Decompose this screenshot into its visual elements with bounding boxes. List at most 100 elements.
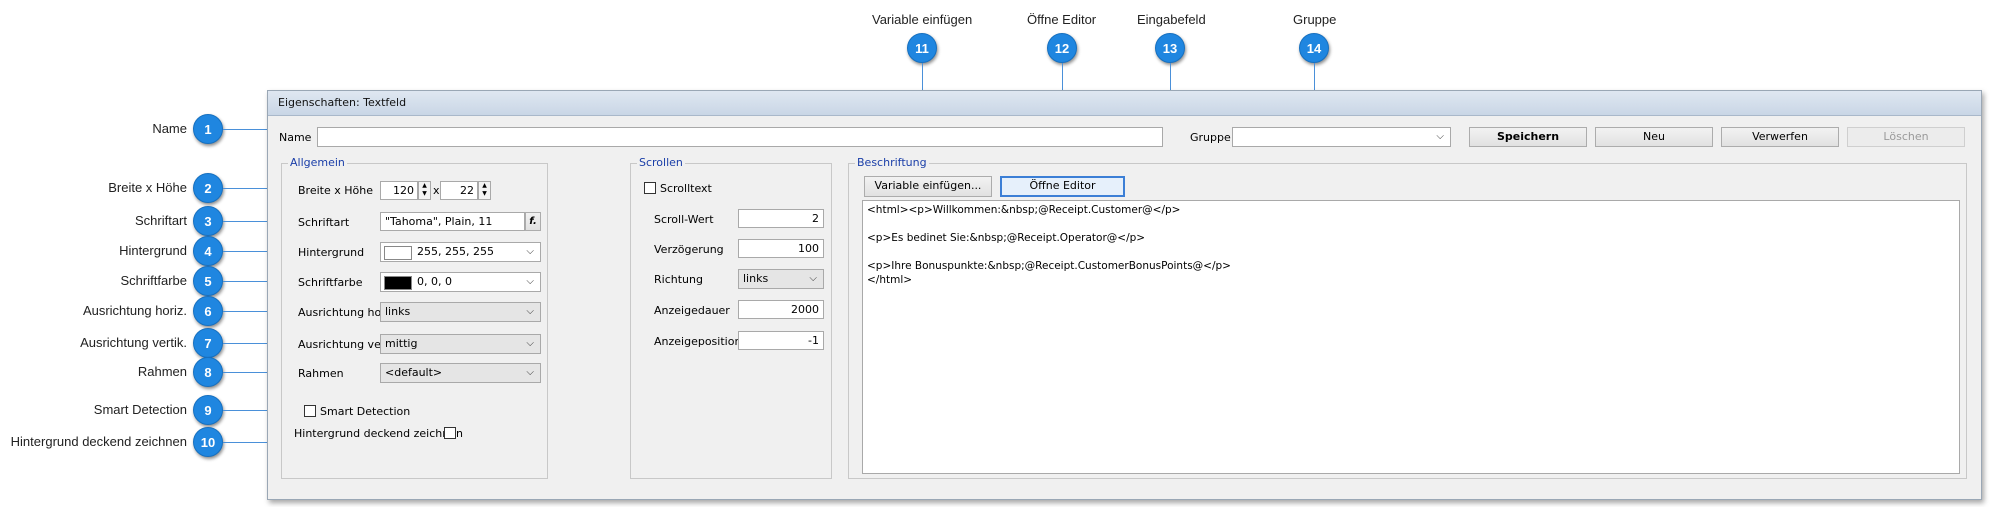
position-input[interactable]: -1	[738, 331, 824, 350]
callout-badge-11: 11	[907, 33, 937, 63]
callout-label-size: Breite x Höhe	[108, 180, 187, 195]
callout-label-smart: Smart Detection	[93, 402, 187, 417]
callout-label-font: Schriftart	[134, 213, 187, 228]
font-color-value: 0, 0, 0	[417, 275, 452, 288]
callout-label-valign: Ausrichtung vertik.	[80, 335, 187, 350]
chevron-down-icon: ⌵	[526, 338, 534, 349]
smart-detection-checkbox[interactable]	[304, 405, 316, 417]
callout-label-background: Hintergrund	[119, 243, 187, 258]
delay-input[interactable]: 100	[738, 239, 824, 258]
delete-button[interactable]: Löschen	[1847, 127, 1965, 147]
callout-label-border: Rahmen	[137, 364, 187, 379]
callout-badge-5: 5	[193, 266, 223, 296]
opaque-checkbox[interactable]	[444, 427, 456, 439]
callout-badge-3: 3	[193, 206, 223, 236]
callout-badge-12: 12	[1047, 33, 1077, 63]
font-picker-icon[interactable]: f.	[525, 212, 541, 231]
scroll-value-label: Scroll-Wert	[654, 213, 714, 226]
save-button[interactable]: Speichern	[1469, 127, 1587, 147]
background-label: Hintergrund	[298, 246, 365, 259]
callout-badge-1: 1	[193, 114, 223, 144]
border-select[interactable]: <default> ⌵	[380, 363, 541, 383]
spin-up-icon: ▲	[482, 182, 487, 189]
callout-badge-14: 14	[1299, 33, 1329, 63]
chevron-down-icon: ⌵	[526, 306, 534, 317]
group-beschriftung-title: Beschriftung	[855, 156, 929, 169]
editor-line: <html><p>Willkommen:&nbsp;@Receipt.Custo…	[867, 204, 1181, 216]
callout-badge-6: 6	[193, 296, 223, 326]
spin-up-icon: ▲	[422, 182, 427, 189]
font-field[interactable]: "Tahoma", Plain, 11	[380, 212, 525, 231]
scrolltext-checkbox[interactable]	[644, 182, 656, 194]
duration-input[interactable]: 2000	[738, 300, 824, 319]
valign-value: mittig	[385, 337, 418, 350]
editor-line: <p>Ihre Bonuspunkte:&nbsp;@Receipt.Custo…	[867, 260, 1231, 272]
callout-label-insert-variable: Variable einfügen	[872, 12, 973, 27]
callout-label-open-editor: Öffne Editor	[1027, 12, 1097, 27]
chevron-down-icon: ⌵	[526, 276, 534, 287]
scroll-value-input[interactable]: 2	[738, 209, 824, 228]
scrolltext-label: Scrolltext	[660, 182, 712, 195]
size-separator: x	[433, 184, 440, 197]
duration-label: Anzeigedauer	[654, 304, 730, 317]
callout-badge-10: 10	[193, 427, 223, 457]
callout-label-input-field: Eingabefeld	[1137, 12, 1206, 27]
group-scrollen-title: Scrollen	[637, 156, 685, 169]
name-label: Name	[279, 131, 312, 144]
background-color-swatch	[384, 246, 412, 260]
font-label: Schriftart	[298, 216, 350, 229]
chevron-down-icon: ⌵	[1436, 131, 1444, 142]
callout-badge-9: 9	[193, 395, 223, 425]
width-input[interactable]: 120	[380, 181, 418, 200]
callout-badge-13: 13	[1155, 33, 1185, 63]
size-label: Breite x Höhe	[298, 184, 373, 197]
label-text-editor[interactable]: <html><p>Willkommen:&nbsp;@Receipt.Custo…	[862, 200, 1960, 474]
direction-select[interactable]: links ⌵	[738, 269, 824, 289]
halign-value: links	[385, 305, 411, 318]
spin-down-icon: ▼	[482, 190, 487, 197]
name-input[interactable]	[317, 127, 1163, 147]
spin-down-icon: ▼	[422, 190, 427, 197]
opaque-label: Hintergrund deckend zeichnen	[294, 427, 463, 440]
callout-badge-2: 2	[193, 173, 223, 203]
group-label: Gruppe	[1190, 131, 1231, 144]
editor-line: <p>Es bedinet Sie:&nbsp;@Receipt.Operato…	[867, 232, 1146, 244]
chevron-down-icon: ⌵	[809, 273, 817, 284]
group-select[interactable]: ⌵	[1232, 127, 1451, 147]
background-color-value: 255, 255, 255	[417, 245, 494, 258]
callout-badge-4: 4	[193, 236, 223, 266]
smart-detection-label: Smart Detection	[320, 405, 411, 418]
open-editor-button[interactable]: Öffne Editor	[1000, 176, 1125, 197]
discard-button[interactable]: Verwerfen	[1721, 127, 1839, 147]
width-spinner[interactable]: ▲ ▼	[418, 181, 431, 200]
valign-select[interactable]: mittig ⌵	[380, 334, 541, 354]
chevron-down-icon: ⌵	[526, 246, 534, 257]
position-label: Anzeigeposition	[654, 335, 742, 348]
editor-line: </html>	[867, 274, 913, 286]
font-color-swatch	[384, 276, 412, 290]
chevron-down-icon: ⌵	[526, 367, 534, 378]
delay-label: Verzögerung	[654, 243, 724, 256]
callout-badge-7: 7	[193, 328, 223, 358]
font-color-select[interactable]: 0, 0, 0 ⌵	[380, 272, 541, 292]
callout-label-halign: Ausrichtung horiz.	[82, 303, 187, 318]
border-label: Rahmen	[298, 367, 344, 380]
properties-window: Eigenschaften: Textfeld Name Gruppe ⌵ Sp…	[267, 90, 1982, 500]
insert-variable-button[interactable]: Variable einfügen...	[864, 176, 992, 197]
callout-label-name: Name	[152, 121, 187, 136]
halign-select[interactable]: links ⌵	[380, 302, 541, 322]
group-allgemein-title: Allgemein	[288, 156, 347, 169]
new-button[interactable]: Neu	[1595, 127, 1713, 147]
direction-value: links	[743, 272, 769, 285]
callout-label-group: Gruppe	[1293, 12, 1337, 27]
height-spinner[interactable]: ▲ ▼	[478, 181, 491, 200]
window-title: Eigenschaften: Textfeld	[278, 96, 407, 109]
background-color-select[interactable]: 255, 255, 255 ⌵	[380, 242, 541, 262]
height-input[interactable]: 22	[440, 181, 478, 200]
callout-label-opaque: Hintergrund deckend zeichnen	[10, 434, 187, 449]
window-titlebar: Eigenschaften: Textfeld	[268, 91, 1981, 116]
callout-badge-8: 8	[193, 357, 223, 387]
callout-label-fontcolor: Schriftfarbe	[120, 273, 187, 288]
